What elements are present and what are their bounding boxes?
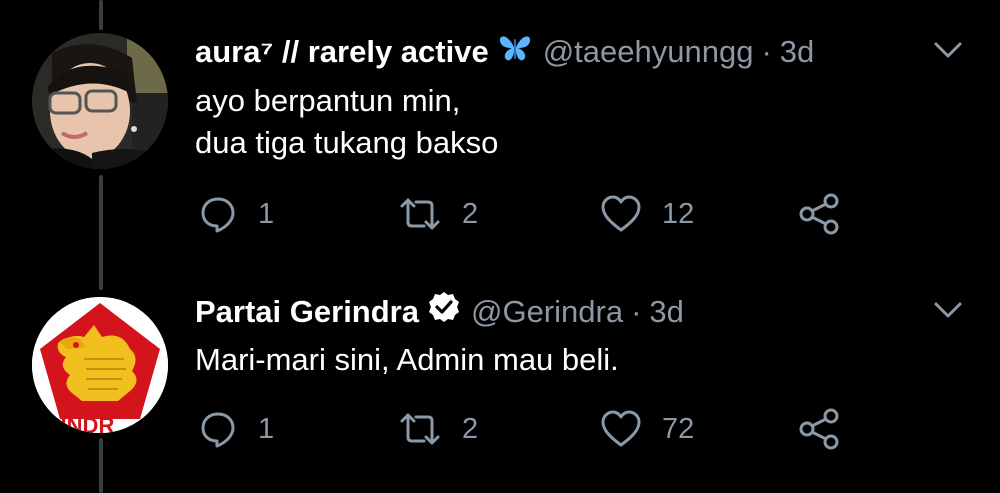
heart-icon [601,195,641,232]
avatar-gerindra[interactable]: ERINDR [32,297,168,433]
avatar-taeehyunngg[interactable] [32,33,168,169]
reply-button[interactable]: 1 [198,406,274,452]
reply-icon [201,412,235,448]
timestamp[interactable]: 3d [780,32,814,72]
separator-dot: · [631,294,642,329]
tweet-text-line: dua tiga tukang bakso [195,125,499,160]
retweet-icon [400,198,440,230]
like-button[interactable]: 72 [600,406,694,452]
tweet-actions: 1 2 72 [198,406,858,452]
gerindra-logo-wordmark: ERINDR [32,413,114,433]
user-handle[interactable]: @taeehyunngg [543,32,754,72]
gerindra-logo: ERINDR [32,297,168,433]
heart-icon [601,410,641,447]
share-button[interactable] [798,406,840,452]
tweet-header: aura⁷ // rarely active @taeehyunngg · 3d [195,31,814,73]
tweet-actions: 1 2 12 [198,191,858,237]
retweet-count: 2 [462,412,479,445]
display-name[interactable]: Partai Gerindra [195,292,419,332]
reply-button[interactable]: 1 [198,191,274,237]
chevron-down-icon[interactable] [930,32,966,68]
user-photo [32,33,168,169]
tweet-header: Partai Gerindra @Gerindra · 3d [195,290,684,334]
tweet-text: ayo berpantun min, dua tiga tukang bakso [195,80,498,164]
retweet-count: 2 [462,197,479,230]
like-button[interactable]: 12 [600,191,694,237]
user-handle[interactable]: @Gerindra [471,292,623,332]
tweet-text-line: Mari-mari sini, Admin mau beli. [195,342,619,377]
display-name[interactable]: aura⁷ // rarely active [195,32,489,72]
reply-count: 1 [258,197,275,230]
share-icon [799,408,839,450]
retweet-button[interactable]: 2 [398,191,478,237]
chevron-down-icon[interactable] [930,292,966,328]
share-button[interactable] [798,191,840,237]
verified-badge-icon [427,290,461,334]
timestamp[interactable]: 3d [649,292,683,332]
separator-dot: · [761,34,772,69]
retweet-icon [400,413,440,445]
tweet-2[interactable]: ERINDR Partai Gerindra @Gerindra · 3d Ma… [0,250,1000,493]
tweet-text-line: ayo berpantun min, [195,83,461,118]
reply-count: 1 [258,412,275,445]
like-count: 12 [662,197,695,230]
retweet-button[interactable]: 2 [398,406,478,452]
tweet-text: Mari-mari sini, Admin mau beli. [195,339,619,381]
reply-icon [201,197,235,233]
tweet-1[interactable]: aura⁷ // rarely active @taeehyunngg · 3d… [0,0,1000,250]
share-icon [799,193,839,235]
like-count: 72 [662,412,695,445]
butterfly-emoji-icon [497,31,533,73]
